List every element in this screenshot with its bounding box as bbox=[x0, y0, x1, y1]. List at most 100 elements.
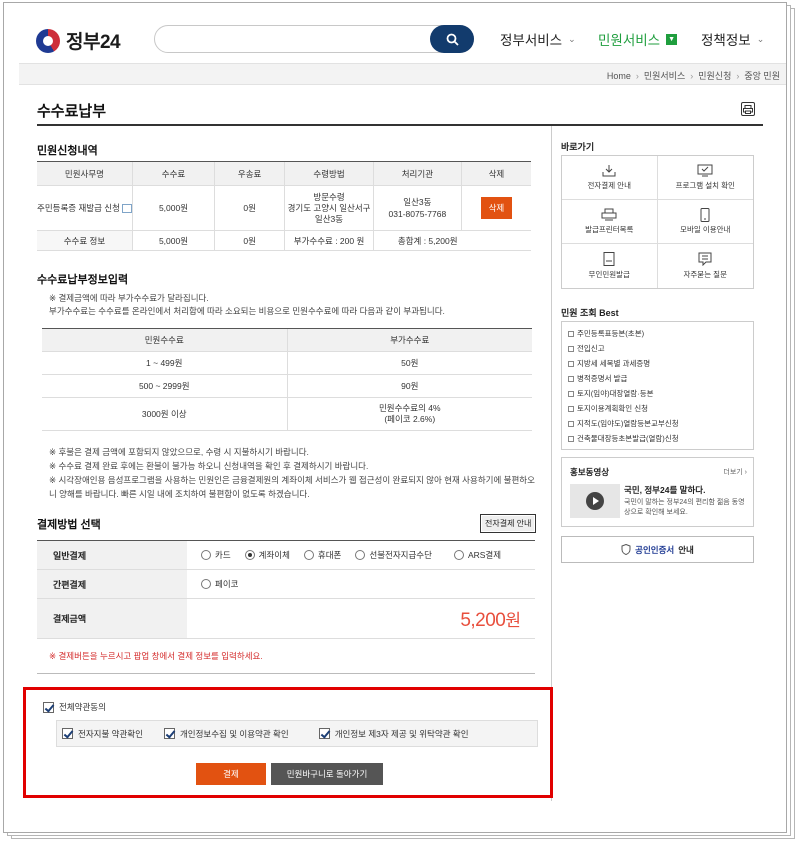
promo-description: 국민이 말하는 정부24의 편리함 젊음 동영상으로 확인해 보세요. bbox=[624, 499, 745, 516]
radio-prepaid[interactable]: 선불전자지급수단 bbox=[355, 549, 432, 561]
notice-line: ※ 후불은 결제 금액에 포함되지 않았으므로, 수령 시 지불하시기 바랍니다… bbox=[49, 447, 309, 457]
quick-link-epay-guide[interactable]: 전자결제 안내 bbox=[562, 156, 658, 200]
column-header: 수수료 bbox=[131, 161, 215, 186]
method-cell: 방문수령 경기도 고양시 일산서구 일산3동 bbox=[284, 185, 374, 231]
fee-range-cell: 1 ~ 499원 bbox=[42, 351, 287, 375]
nav-civil-services[interactable]: 민원서비스 ▼ bbox=[598, 29, 678, 49]
quick-link-kiosk[interactable]: 무인민원발급 bbox=[562, 244, 658, 288]
list-item[interactable]: 지방세 세목별 과세증명 bbox=[568, 356, 753, 371]
application-name[interactable]: 주민등록증 재발급 신청 bbox=[37, 203, 120, 213]
edit-icon[interactable] bbox=[121, 204, 132, 214]
search-input[interactable] bbox=[169, 26, 429, 52]
breadcrumb: Home › 민원서비스 › 민원신청 › 중앙 민원 bbox=[607, 69, 780, 82]
printer-icon bbox=[601, 208, 617, 221]
mobile-icon bbox=[697, 207, 713, 222]
amount-cell: 5,200원 bbox=[187, 598, 535, 639]
site-header: 정부24 정부서비스 ⌄ 민원서비스 ▼ 정책정보 ⌄ bbox=[4, 3, 786, 69]
radio-label: 휴대폰 bbox=[317, 550, 342, 560]
breadcrumb-home[interactable]: Home bbox=[607, 71, 631, 81]
table-row: 3000원 이상 민원수수료의 4% (페이코 2.6%) bbox=[42, 397, 532, 431]
promo-video-thumbnail[interactable] bbox=[570, 484, 620, 518]
radio-circle-selected[interactable] bbox=[244, 550, 255, 560]
delete-button[interactable]: 삭제 bbox=[480, 197, 513, 219]
quick-link-printer-list[interactable]: 발급프린터목록 bbox=[562, 200, 658, 244]
best-item-label: 지방세 세목별 과세증명 bbox=[577, 359, 651, 368]
table-row: 주민등록증 재발급 신청 5,000원 0원 방문수령 경기도 고양시 일산서구… bbox=[37, 185, 531, 231]
list-item[interactable]: 토지이용계획확인 신청 bbox=[568, 401, 753, 416]
search-button[interactable] bbox=[430, 25, 474, 53]
best-item-label: 병적증명서 발급 bbox=[577, 374, 628, 383]
radio-label: 카드 bbox=[215, 550, 231, 560]
breadcrumb-bar: Home › 민원서비스 › 민원신청 › 중앙 민원 bbox=[19, 63, 786, 85]
epay-guide-button[interactable]: 전자결제 안내 bbox=[480, 514, 537, 533]
extra-fee-line: (페이코 2.6%) bbox=[384, 414, 436, 424]
column-header: 부가수수료 bbox=[286, 328, 532, 352]
square-bullet-icon bbox=[568, 330, 574, 337]
pay-button[interactable]: 결제 bbox=[196, 763, 266, 785]
best-item-label: 토지이용계획확인 신청 bbox=[577, 404, 649, 413]
agency-phone: 031-8075-7768 bbox=[388, 209, 447, 219]
breadcrumb-item[interactable]: 민원신청 bbox=[698, 69, 731, 82]
best-item-label: 주민등록표등본(초본) bbox=[577, 329, 645, 338]
agreement-label: 개인정보 제3자 제공 및 위탁약관 확인 bbox=[334, 728, 469, 739]
amount-value: 5,200 bbox=[460, 609, 506, 631]
agree-privacy-collection[interactable]: 개인정보수집 및 이용약관 확인 bbox=[163, 728, 289, 740]
certificate-guide-button[interactable]: 공인인증서 안내 bbox=[561, 536, 754, 563]
radio-circle[interactable] bbox=[201, 579, 211, 589]
list-item[interactable]: 토지(임야)대장열람·등본 bbox=[568, 386, 753, 401]
radio-circle[interactable] bbox=[453, 550, 464, 560]
agree-third-party[interactable]: 개인정보 제3자 제공 및 위탁약관 확인 bbox=[318, 728, 469, 740]
quick-link-label: 무인민원발급 bbox=[588, 269, 630, 279]
best-item-label: 토지(임야)대장열람·등본 bbox=[577, 389, 654, 398]
print-icon[interactable] bbox=[741, 102, 755, 116]
radio-circle[interactable] bbox=[201, 550, 211, 560]
amount-row: 결제금액 5,200원 bbox=[37, 598, 535, 639]
table-header-row: 민원수수료 부가수수료 bbox=[42, 328, 532, 352]
list-item[interactable]: 지적도(임야도)열람등본교부신청 bbox=[568, 416, 753, 431]
checkbox-checked[interactable] bbox=[62, 728, 73, 739]
section-divider bbox=[37, 673, 535, 674]
promo-more-link[interactable]: 더보기 › bbox=[723, 467, 747, 477]
list-item[interactable]: 전입신고 bbox=[568, 341, 753, 356]
checkbox-checked[interactable] bbox=[318, 728, 330, 739]
breadcrumb-item[interactable]: 중앙 민원 bbox=[744, 69, 780, 82]
checkbox-checked[interactable] bbox=[43, 701, 54, 713]
agree-epay-terms[interactable]: 전자지불 약관확인 bbox=[62, 728, 143, 740]
download-icon bbox=[601, 164, 617, 177]
radio-mobile[interactable]: 휴대폰 bbox=[303, 549, 342, 561]
promo-title: 홍보동영상 bbox=[570, 467, 610, 477]
list-item[interactable]: 건축물대장등초본발급(열람)신청 bbox=[568, 431, 753, 446]
nav-label: 정부서비스 bbox=[500, 33, 563, 48]
radio-bank-transfer[interactable]: 계좌이체 bbox=[244, 549, 290, 561]
agreement-box: 전체약관동의 전자지불 약관확인 개인정보수집 및 이용약관 확인 개인정보 제… bbox=[23, 687, 553, 798]
agree-all-checkbox[interactable]: 전체약관동의 bbox=[43, 701, 106, 713]
extra-fee-cell: 50원 bbox=[286, 351, 532, 375]
chevron-right-icon: › bbox=[635, 70, 639, 81]
extra-fee-table: 민원수수료 부가수수료 1 ~ 499원 50원 500 ~ 2999원 90원… bbox=[42, 328, 532, 431]
nav-policy-info[interactable]: 정책정보 ⌄ bbox=[701, 29, 764, 49]
breadcrumb-item[interactable]: 민원서비스 bbox=[644, 69, 685, 82]
back-to-basket-button[interactable]: 민원바구니로 돌아가기 bbox=[271, 763, 383, 785]
certificate-label: 공인인증서 bbox=[635, 544, 675, 555]
more-label: 더보기 bbox=[723, 469, 743, 476]
quick-link-program-check[interactable]: 프로그램 설치 확인 bbox=[657, 156, 753, 200]
radio-payco[interactable]: 페이코 bbox=[201, 578, 238, 590]
radio-ars[interactable]: ARS결제 bbox=[453, 549, 501, 561]
nav-government-services[interactable]: 정부서비스 ⌄ bbox=[500, 29, 576, 49]
site-logo[interactable]: 정부24 bbox=[36, 27, 121, 54]
radio-card[interactable]: 카드 bbox=[201, 549, 231, 561]
quick-link-label: 전자결제 안내 bbox=[587, 181, 631, 190]
quick-link-faq[interactable]: 자주묻는 질문 bbox=[658, 244, 754, 288]
list-item[interactable]: 병적증명서 발급 bbox=[568, 371, 753, 386]
checkbox-checked[interactable] bbox=[163, 728, 175, 739]
chevron-down-icon: ▼ bbox=[666, 33, 678, 45]
quick-link-mobile-guide[interactable]: 모바일 이용안내 bbox=[657, 200, 753, 244]
agree-all-label: 전체약관동의 bbox=[59, 702, 106, 712]
radio-circle[interactable] bbox=[355, 550, 366, 560]
simple-payment-options: 페이코 bbox=[187, 569, 535, 599]
promo-headline[interactable]: 국민, 정부24를 말하다. bbox=[624, 484, 705, 496]
list-item[interactable]: 주민등록표등본(초본) bbox=[568, 326, 753, 341]
quick-link-label: 발급프린터목록 bbox=[585, 225, 634, 234]
radio-circle[interactable] bbox=[303, 550, 314, 560]
quick-links-title: 바로가기 bbox=[561, 142, 595, 152]
